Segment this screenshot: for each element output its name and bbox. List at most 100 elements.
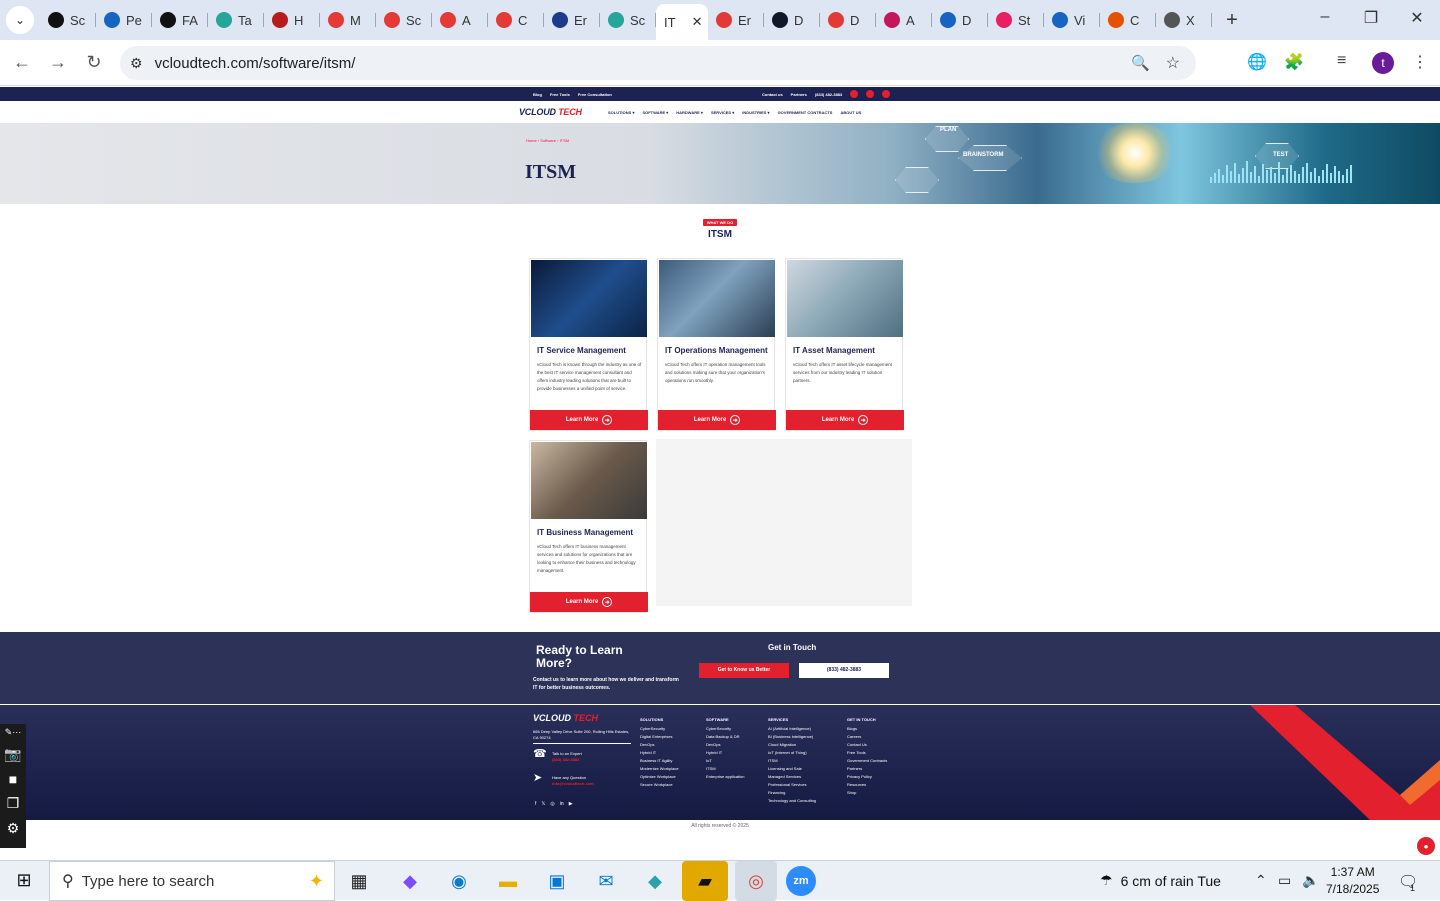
chat-icon[interactable]: ● [1417,837,1435,855]
footer-link[interactable]: Technology and Consulting [768,797,816,805]
browser-tab[interactable]: M [320,4,376,36]
footer-link[interactable]: Careers [847,733,887,741]
footer-link[interactable]: Government Contracts [847,757,887,765]
topbar-link[interactable]: Free Consultation [578,92,612,97]
address-bar[interactable]: ⚙ vcloudtech.com/software/itsm/ 🔍 ☆ [120,46,1196,80]
forward-icon[interactable]: → [40,52,76,73]
question-value[interactable]: info@vcloudtech.com [552,781,632,787]
site-info-icon[interactable]: ⚙ [130,55,143,72]
footer-link[interactable]: CyberSecurity [640,725,679,733]
footer-link[interactable]: DevOps [640,741,679,749]
footer-link[interactable]: BI (Business Intelligence) [768,733,816,741]
chrome-icon[interactable]: ◎ [735,861,777,901]
footer-link[interactable]: Licensing and Sale [768,765,816,773]
browser-tab[interactable]: FA [152,4,208,36]
browser-tab[interactable]: C [488,4,544,36]
footer-link[interactable]: Data Backup & DR [706,733,744,741]
tab-search-button[interactable]: ⌄ [6,6,34,34]
breadcrumb[interactable]: Home › Software › ITSM [526,138,569,143]
facebook-icon[interactable] [850,90,859,98]
browser-tab[interactable]: C [1100,4,1156,36]
translate-icon[interactable]: 🌐 [1247,52,1267,72]
weather-widget[interactable]: ☂ 6 cm of rain Tue [1100,872,1221,889]
twitter-icon[interactable] [866,90,875,98]
browser-tab[interactable]: Er [544,4,600,36]
store-icon[interactable]: ▣ [542,866,572,896]
instagram-icon[interactable]: ◎ [550,801,554,807]
x-icon[interactable]: 𝕏 [541,801,545,807]
talk-value[interactable]: (833) 482-3883 [552,757,632,763]
menu-kebab-icon[interactable]: ⋮ [1412,52,1428,72]
browser-tab[interactable]: St [988,4,1044,36]
minimize-icon[interactable]: – [1302,8,1348,26]
media-control-icon[interactable]: ≡ [1337,52,1346,70]
footer-link[interactable]: Managed Services [768,773,816,781]
footer-link[interactable]: ITSM [768,757,816,765]
zoom-icon[interactable]: 🔍 [1131,54,1150,72]
browser-tab[interactable]: D [764,4,820,36]
edge-icon[interactable]: ◉ [444,866,474,896]
task-view-icon[interactable]: ▦ [344,866,374,896]
learn-more-button[interactable]: Learn More ➜ [786,410,904,430]
footer-link[interactable]: Financing [768,789,816,797]
facebook-icon[interactable]: f [535,801,536,807]
nav-item[interactable]: INDUSTRIES ▾ [742,110,769,115]
camera-icon[interactable]: 📷 [4,746,21,763]
tray-chevron-icon[interactable]: ⌃ [1255,872,1267,889]
footer-link[interactable]: IoT [706,757,744,765]
copilot-icon[interactable]: ◆ [395,866,425,896]
footer-link[interactable]: ITSM [706,765,744,773]
sticky-notes-icon[interactable]: ▰ [682,861,728,901]
browser-tab[interactable]: A [432,4,488,36]
taskbar-search[interactable]: ⚲ Type here to search ✦ [49,861,335,901]
notification-icon[interactable]: 🗨 [1398,872,1418,892]
footer-logo[interactable]: VCLOUD TECH [533,713,598,723]
browser-tab[interactable]: Sc [40,4,96,36]
nav-item[interactable]: SOLUTIONS ▾ [608,110,634,115]
browser-tab[interactable]: Sc [600,4,656,36]
nav-item[interactable]: SOFTWARE ▾ [642,110,668,115]
pen-icon[interactable]: ✎⋯ [5,727,22,738]
video-icon[interactable]: ■ [9,771,17,787]
footer-link[interactable]: Digital Enterprises [640,733,679,741]
nav-item[interactable]: GOVERNMENT CONTRACTS [778,110,833,115]
browser-tab[interactable]: A [876,4,932,36]
footer-link[interactable]: Optimize Workplace [640,773,679,781]
footer-link[interactable]: Enterprise application [706,773,744,781]
footer-link[interactable]: Hybrid IT [706,749,744,757]
close-tab-icon[interactable]: ✕ [692,14,703,30]
footer-link[interactable]: IoT (Internet of Thing) [768,749,816,757]
browser-tab[interactable]: Er [708,4,764,36]
zoom-app-icon[interactable]: zm [786,866,816,896]
browser-tab[interactable]: Pe [96,4,152,36]
footer-link[interactable]: Privacy Policy [847,773,887,781]
browser-tab[interactable]: X [1156,4,1212,36]
footer-link[interactable]: Free Tools [847,749,887,757]
footer-link[interactable]: Modernize Workplace [640,765,679,773]
reload-icon[interactable]: ↻ [76,52,112,73]
topbar-link[interactable]: Contact us [762,92,783,97]
youtube-icon[interactable]: ▶ [569,801,573,807]
learn-more-button[interactable]: Learn More ➜ [658,410,776,430]
mail-icon[interactable]: ✉ [591,866,621,896]
volume-icon[interactable]: 🔈 [1302,872,1319,889]
footer-link[interactable]: Contact Us [847,741,887,749]
topbar-link[interactable]: Blog [533,92,542,97]
linkedin-icon[interactable]: in [560,801,564,807]
profile-avatar[interactable]: t [1372,52,1394,74]
restore-icon[interactable]: ❐ [1348,8,1394,28]
know-us-button[interactable]: Get to Know us Better [699,663,789,678]
windows-icon[interactable]: ❐ [7,795,20,812]
network-icon[interactable]: ▭ [1278,872,1291,889]
browser-tab[interactable]: H [264,4,320,36]
close-window-icon[interactable]: ✕ [1394,8,1440,28]
footer-link[interactable]: Shop [847,789,887,797]
phone-button[interactable]: (833) 482-3883 [799,663,889,678]
bookmark-star-icon[interactable]: ☆ [1166,53,1180,73]
footer-link[interactable]: AI (Artificial Intelligence) [768,725,816,733]
browser-tab[interactable]: IT ✕ [656,4,708,40]
linkedin-icon[interactable] [882,90,891,98]
settings-icon[interactable]: ⚙ [7,820,20,837]
footer-link[interactable]: Partners [847,765,887,773]
app-diamond-icon[interactable]: ◆ [640,866,670,896]
